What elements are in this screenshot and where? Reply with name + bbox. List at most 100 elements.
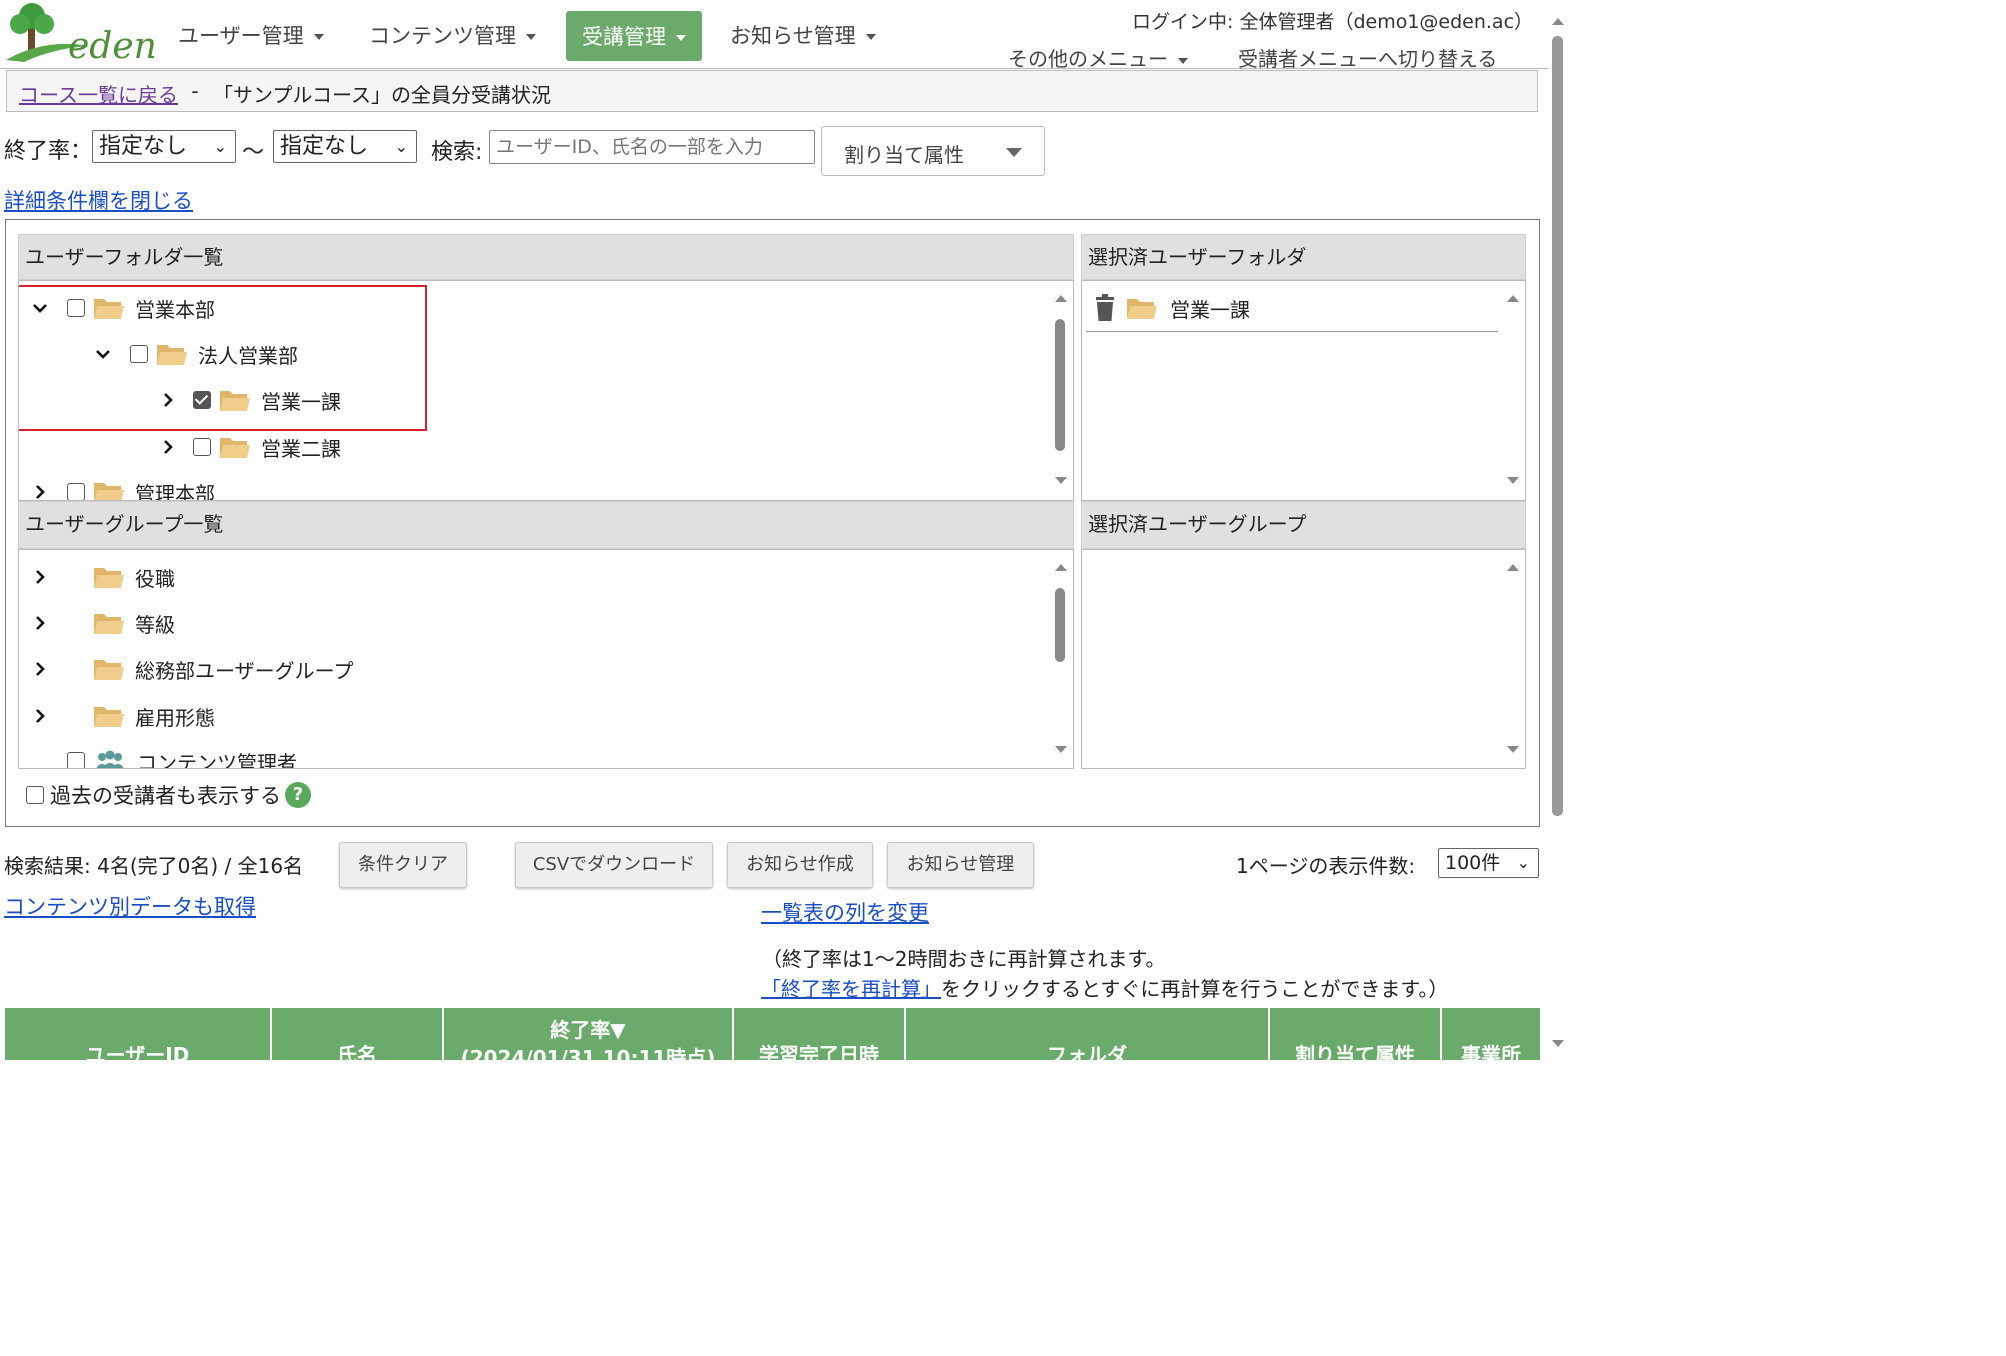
chevron-right-icon[interactable] [33, 709, 47, 723]
chevron-right-icon[interactable] [33, 485, 47, 499]
selection-highlight-box [19, 285, 427, 431]
header-divider [0, 68, 1548, 69]
col-header-name[interactable]: 氏名 [271, 1008, 444, 1060]
group-row-koyo-keitai[interactable]: 雇用形態 [33, 701, 215, 731]
folder-open-icon [220, 438, 250, 458]
folder-row-eigyo-nika[interactable]: 営業二課 [161, 432, 341, 462]
scroll-up-arrow-icon[interactable] [1552, 18, 1564, 25]
group-tree-scrollbar[interactable] [1053, 550, 1069, 768]
page-scrollbar[interactable] [1548, 0, 1568, 1060]
scroll-thumb[interactable] [1055, 588, 1065, 662]
nav-user-management[interactable]: ユーザー管理 [178, 20, 324, 50]
folder-tree-scrollbar[interactable] [1053, 281, 1069, 500]
scroll-up-arrow-icon[interactable] [1055, 564, 1067, 571]
past-learners-checkbox[interactable] [26, 786, 44, 804]
group-row-somubu[interactable]: 総務部ユーザーグループ [33, 654, 353, 684]
scroll-down-arrow-icon[interactable] [1055, 477, 1067, 484]
selected-groups-header: 選択済ユーザーグループ [1081, 501, 1526, 549]
page-scroll-thumb[interactable] [1552, 36, 1563, 816]
login-info: ログイン中: 全体管理者（demo1@eden.ac） [1132, 11, 1534, 33]
assigned-attribute-dropdown[interactable]: 割り当て属性 [821, 126, 1045, 176]
past-learners-toggle[interactable]: 過去の受講者も表示する ? [26, 780, 311, 810]
completion-from-select[interactable]: 指定なし ⌄ [92, 130, 236, 163]
chevron-right-icon[interactable] [33, 570, 47, 584]
selected-folders-list: 営業一課 [1081, 280, 1526, 501]
search-result-summary: 検索結果: 4名(完了0名) / 全16名 [4, 854, 304, 878]
create-notice-button[interactable]: お知らせ作成 [727, 842, 873, 888]
folder-checkbox[interactable] [67, 483, 85, 500]
recalc-note-line1: （終了率は1～2時間おきに再計算されます。 [762, 947, 1166, 971]
trash-icon[interactable] [1094, 294, 1116, 322]
caret-down-icon [1178, 57, 1188, 64]
scroll-thumb[interactable] [1055, 319, 1065, 451]
scroll-down-arrow-icon[interactable] [1507, 746, 1519, 753]
folder-open-icon [1127, 299, 1157, 319]
per-page-label: 1ページの表示件数: [1236, 854, 1416, 878]
folder-open-icon [94, 568, 124, 588]
user-group-icon [96, 750, 124, 768]
nav-notice-management[interactable]: お知らせ管理 [730, 20, 876, 50]
col-header-assigned-attribute[interactable]: 割り当て属性 [1269, 1008, 1442, 1060]
chevron-down-icon: ⌄ [394, 137, 408, 156]
chevron-right-icon[interactable] [161, 440, 175, 454]
chevron-right-icon[interactable] [33, 616, 47, 630]
scroll-up-arrow-icon[interactable] [1507, 295, 1519, 302]
selected-folders-scrollbar[interactable] [1505, 281, 1521, 500]
breadcrumb-separator: - [185, 79, 205, 103]
scroll-up-arrow-icon[interactable] [1507, 564, 1519, 571]
group-row-content-admins[interactable]: コンテンツ管理者 [67, 746, 297, 768]
logo-text: eden [68, 26, 157, 67]
selected-folder-item: 営業一課 [1094, 293, 1250, 323]
nav-course-management[interactable]: 受講管理 [566, 11, 702, 61]
page-title: 「サンプルコース」の全員分受講状況 [213, 83, 551, 107]
caret-down-icon [865, 34, 876, 40]
user-folder-list-header: ユーザーフォルダ一覧 [18, 234, 1074, 280]
folder-open-icon [94, 707, 124, 727]
recalculate-link[interactable]: 「終了率を再計算」 [761, 977, 941, 1001]
user-folder-tree: 営業本部 法人営業部 営業一課 営業二課 管理本部 [18, 280, 1074, 501]
selected-groups-scrollbar[interactable] [1505, 550, 1521, 768]
folder-checkbox[interactable] [193, 438, 211, 456]
clear-conditions-button[interactable]: 条件クリア [339, 842, 467, 888]
recalc-note-line2: 「終了率を再計算」をクリックするとすぐに再計算を行うことができます。） [761, 977, 1449, 1001]
scroll-up-arrow-icon[interactable] [1055, 295, 1067, 302]
close-detail-conditions-link[interactable]: 詳細条件欄を閉じる [4, 185, 193, 215]
col-header-completion-date[interactable]: 学習完了日時 [733, 1008, 906, 1060]
folder-open-icon [94, 483, 124, 500]
caret-down-icon [313, 34, 324, 40]
folder-open-icon [94, 614, 124, 634]
selected-groups-list [1081, 549, 1526, 769]
eden-logo[interactable]: eden [4, 2, 157, 67]
search-label: 検索: [431, 140, 483, 165]
search-input[interactable] [489, 130, 815, 164]
scroll-down-arrow-icon[interactable] [1507, 477, 1519, 484]
nav-content-management[interactable]: コンテンツ管理 [369, 20, 536, 50]
range-tilde: ～ [242, 140, 265, 165]
chevron-down-icon: ⌄ [213, 137, 227, 156]
folder-row-kanri-honbu[interactable]: 管理本部 [33, 477, 215, 500]
back-to-course-list-link[interactable]: コース一覧に戻る [19, 79, 178, 108]
chevron-right-icon[interactable] [33, 662, 47, 676]
caret-down-icon [526, 34, 536, 40]
change-columns-link[interactable]: 一覧表の列を変更 [761, 897, 929, 927]
col-header-completion-rate[interactable]: 終了率▼ (2024/01/31 10:11時点) [443, 1008, 734, 1060]
group-row-tokyu[interactable]: 等級 [33, 608, 175, 638]
col-header-user-id[interactable]: ユーザーID [5, 1008, 272, 1060]
caret-down-icon [1006, 148, 1022, 157]
completion-rate-label: 終了率： [4, 139, 93, 164]
selected-folders-header: 選択済ユーザーフォルダ [1081, 234, 1526, 280]
help-icon[interactable]: ? [285, 782, 311, 808]
manage-notice-button[interactable]: お知らせ管理 [887, 842, 1034, 888]
per-page-select[interactable]: 100件 ⌄ [1438, 848, 1539, 878]
completion-to-select[interactable]: 指定なし ⌄ [273, 130, 417, 163]
group-row-yakushoku[interactable]: 役職 [33, 562, 175, 592]
col-header-folder[interactable]: フォルダ [905, 1008, 1270, 1060]
selected-item-divider [1086, 331, 1498, 332]
get-content-data-link[interactable]: コンテンツ別データも取得 [4, 891, 256, 921]
col-header-office[interactable]: 事業所 [1441, 1008, 1540, 1060]
csv-download-button[interactable]: CSVでダウンロード [515, 842, 713, 888]
scroll-down-arrow-icon[interactable] [1055, 746, 1067, 753]
group-checkbox[interactable] [67, 752, 85, 768]
caret-down-icon [676, 35, 686, 41]
scroll-down-arrow-icon[interactable] [1552, 1040, 1564, 1047]
